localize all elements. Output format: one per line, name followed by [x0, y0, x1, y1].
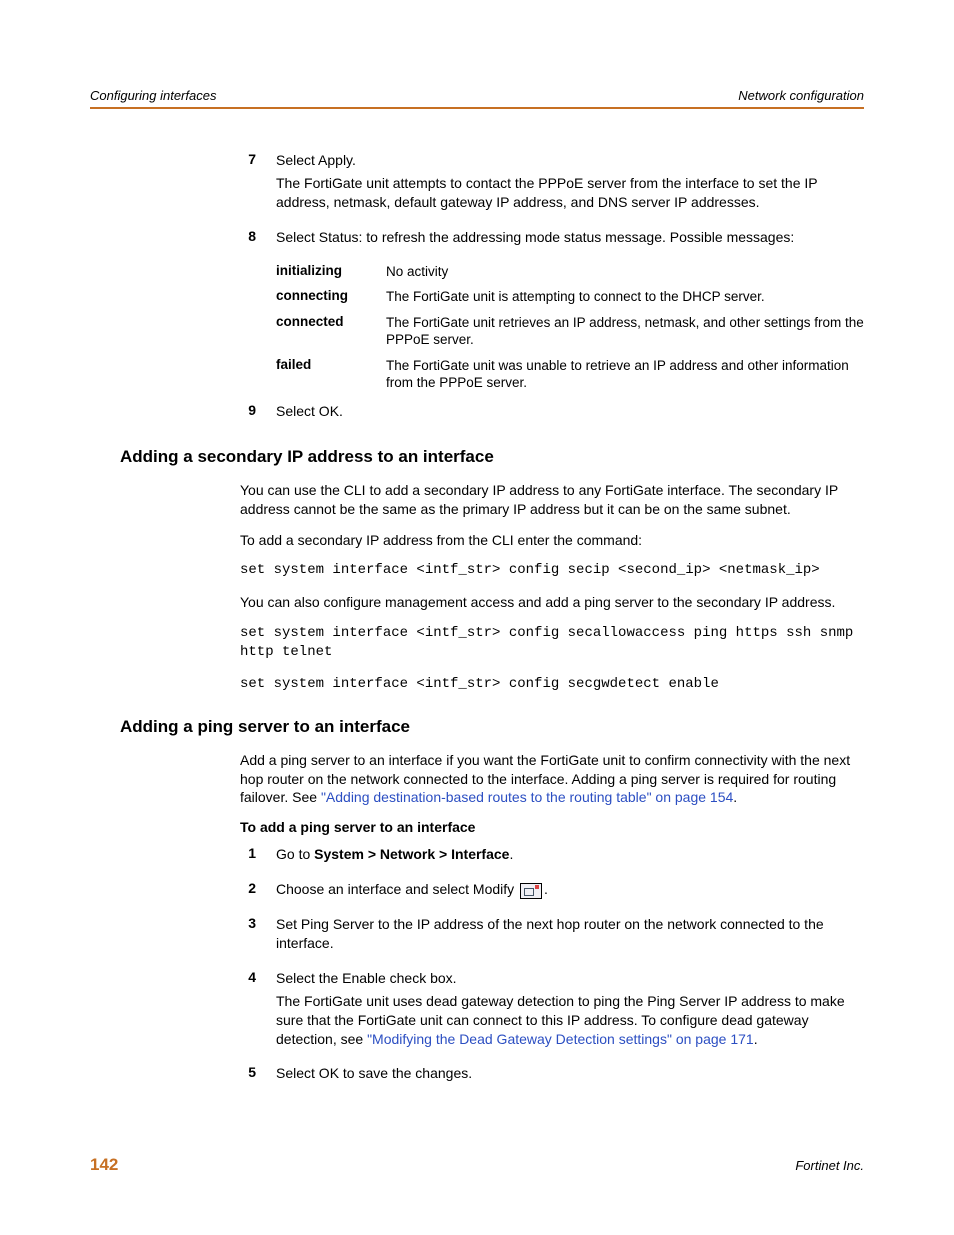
code-block: set system interface <intf_str> config s… — [240, 675, 864, 695]
status-desc: No activity — [386, 263, 864, 281]
text: . — [733, 789, 737, 805]
step-body: Select OK. — [276, 402, 864, 425]
step-5: 5 Select OK to save the changes. — [240, 1064, 864, 1087]
text: . — [544, 881, 548, 897]
status-row: failed The FortiGate unit was unable to … — [276, 357, 864, 392]
step-4: 4 Select the Enable check box. The Forti… — [240, 969, 864, 1053]
step-number: 3 — [240, 915, 276, 957]
step-text: Select Status: to refresh the addressing… — [276, 228, 864, 247]
text: . — [754, 1031, 758, 1047]
step-number: 5 — [240, 1064, 276, 1087]
page-header: Configuring interfaces Network configura… — [90, 88, 864, 109]
step-body: Go to System > Network > Interface. — [276, 845, 864, 868]
page-number: 142 — [90, 1155, 118, 1175]
main-content: 7 Select Apply. The FortiGate unit attem… — [90, 151, 864, 1087]
section-heading: Adding a secondary IP address to an inte… — [120, 447, 864, 467]
page-footer: 142 Fortinet Inc. — [90, 1155, 864, 1175]
paragraph: You can also configure management access… — [240, 593, 864, 612]
step-body: Select the Enable check box. The FortiGa… — [276, 969, 864, 1053]
status-row: connected The FortiGate unit retrieves a… — [276, 314, 864, 349]
status-label: initializing — [276, 263, 386, 281]
step-text: Set Ping Server to the IP address of the… — [276, 915, 864, 953]
paragraph: You can use the CLI to add a secondary I… — [240, 481, 864, 519]
step-number: 9 — [240, 402, 276, 425]
status-label: connecting — [276, 288, 386, 306]
section-heading: Adding a ping server to an interface — [120, 717, 864, 737]
link-text[interactable]: "Adding destination-based routes to the … — [321, 789, 733, 805]
step-number: 8 — [240, 228, 276, 251]
status-label: failed — [276, 357, 386, 392]
status-row: connecting The FortiGate unit is attempt… — [276, 288, 864, 306]
step-body: Select Status: to refresh the addressing… — [276, 228, 864, 251]
modify-icon — [520, 883, 542, 899]
step-8: 8 Select Status: to refresh the addressi… — [240, 228, 864, 251]
status-desc: The FortiGate unit retrieves an IP addre… — [386, 314, 864, 349]
step-number: 2 — [240, 880, 276, 903]
footer-brand: Fortinet Inc. — [795, 1158, 864, 1173]
step-text: Select Apply. — [276, 151, 864, 170]
text: . — [509, 846, 513, 862]
step-body: Choose an interface and select Modify . — [276, 880, 864, 903]
step-7: 7 Select Apply. The FortiGate unit attem… — [240, 151, 864, 216]
status-table: initializing No activity connecting The … — [276, 263, 864, 392]
step-body: Select Apply. The FortiGate unit attempt… — [276, 151, 864, 216]
code-block: set system interface <intf_str> config s… — [240, 561, 864, 581]
step-body: Set Ping Server to the IP address of the… — [276, 915, 864, 957]
nav-path: System > Network > Interface — [314, 846, 509, 862]
step-number: 7 — [240, 151, 276, 216]
step-text: Select OK to save the changes. — [276, 1064, 864, 1083]
step-number: 1 — [240, 845, 276, 868]
step-text: Go to System > Network > Interface. — [276, 845, 864, 864]
step-3: 3 Set Ping Server to the IP address of t… — [240, 915, 864, 957]
status-label: connected — [276, 314, 386, 349]
step-text: Select the Enable check box. — [276, 969, 864, 988]
status-desc: The FortiGate unit is attempting to conn… — [386, 288, 864, 306]
paragraph: To add a secondary IP address from the C… — [240, 531, 864, 550]
header-right: Network configuration — [738, 88, 864, 103]
step-number: 4 — [240, 969, 276, 1053]
link-text[interactable]: "Modifying the Dead Gateway Detection se… — [367, 1031, 754, 1047]
step-text: The FortiGate unit uses dead gateway det… — [276, 992, 864, 1049]
step-text: Select OK. — [276, 402, 864, 421]
step-text: Choose an interface and select Modify . — [276, 880, 864, 899]
step-9: 9 Select OK. — [240, 402, 864, 425]
status-desc: The FortiGate unit was unable to retriev… — [386, 357, 864, 392]
step-2: 2 Choose an interface and select Modify … — [240, 880, 864, 903]
step-body: Select OK to save the changes. — [276, 1064, 864, 1087]
step-1: 1 Go to System > Network > Interface. — [240, 845, 864, 868]
status-row: initializing No activity — [276, 263, 864, 281]
step-text: The FortiGate unit attempts to contact t… — [276, 174, 864, 212]
header-left: Configuring interfaces — [90, 88, 216, 103]
text: Choose an interface and select Modify — [276, 881, 518, 897]
text: Go to — [276, 846, 314, 862]
sub-heading: To add a ping server to an interface — [240, 819, 864, 835]
code-block: set system interface <intf_str> config s… — [240, 624, 864, 663]
paragraph: Add a ping server to an interface if you… — [240, 751, 864, 808]
